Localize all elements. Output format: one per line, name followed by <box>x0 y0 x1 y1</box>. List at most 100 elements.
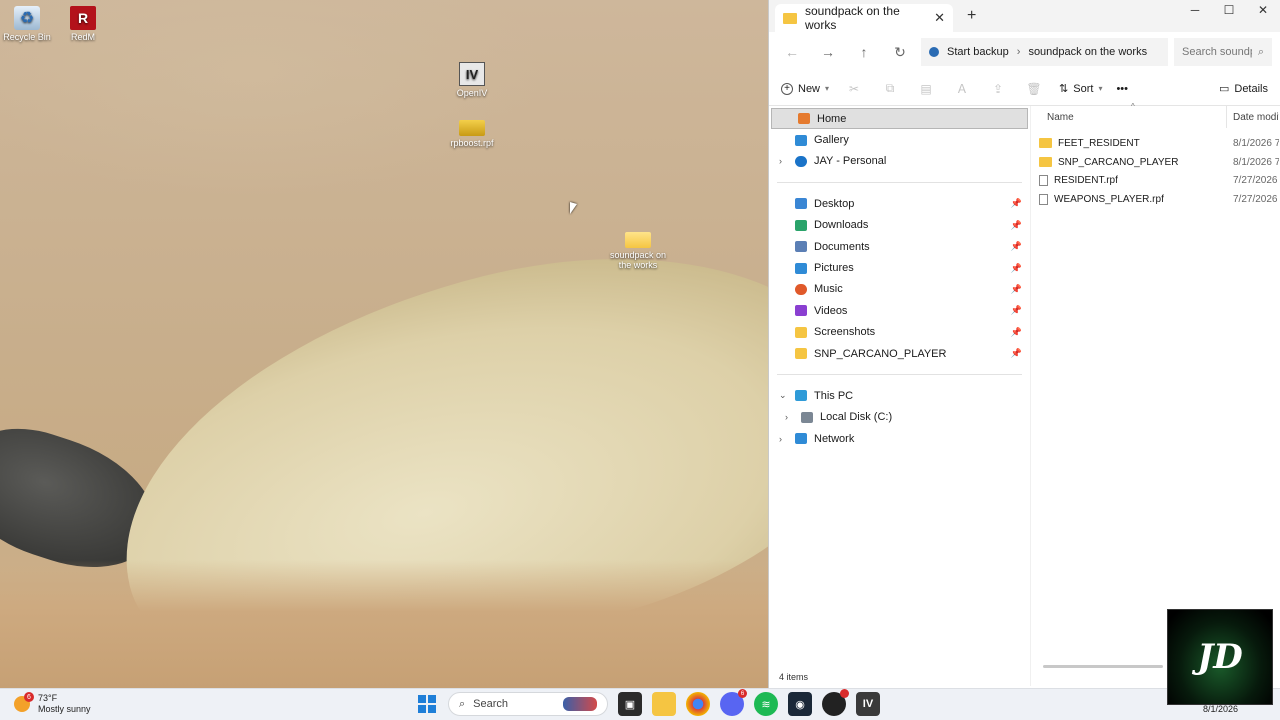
column-name[interactable]: Name <box>1031 106 1227 128</box>
file-row[interactable]: SNP_CARCANO_PLAYER 8/1/2026 7: <box>1031 153 1280 172</box>
cut-icon[interactable]: ✂ <box>843 82 865 96</box>
sun-icon: 6 <box>14 692 34 712</box>
task-view-icon[interactable]: ▣ <box>618 692 642 716</box>
desktop-icon-redm[interactable]: R RedM <box>51 6 115 42</box>
file-explorer-icon[interactable] <box>652 692 676 716</box>
discord-icon[interactable]: 6 <box>720 689 747 716</box>
column-date-modified[interactable]: Date modified <box>1227 112 1279 123</box>
recycle-bin-icon: ♻ <box>14 6 40 30</box>
maximize-button[interactable]: ☐ <box>1212 0 1246 20</box>
new-button[interactable]: + New ▾ <box>781 82 829 95</box>
nav-item-this-pc[interactable]: ⌄ This PC <box>769 385 1030 406</box>
share-icon[interactable]: ⇪ <box>987 82 1009 96</box>
chevron-right-icon[interactable]: › <box>785 412 788 422</box>
nav-item-local-disk[interactable]: › Local Disk (C:) <box>769 407 1030 428</box>
gallery-icon <box>795 134 807 146</box>
rename-icon[interactable]: Ａ <box>951 80 973 97</box>
refresh-icon[interactable]: ↻ <box>885 38 915 66</box>
up-arrow-icon[interactable]: ↑ <box>849 38 879 66</box>
weather-widget[interactable]: 6 73°F Mostly sunny <box>14 692 91 715</box>
back-arrow-icon[interactable]: ← <box>777 38 807 66</box>
tab-title: soundpack on the works <box>805 4 900 32</box>
forward-arrow-icon[interactable]: → <box>813 38 843 66</box>
nav-item-screenshots[interactable]: Screenshots 📌 <box>769 322 1030 343</box>
nav-item-network[interactable]: › Network <box>769 428 1030 449</box>
pin-icon[interactable]: 📌 <box>1011 198 1022 209</box>
minimize-button[interactable]: ─ <box>1178 0 1212 20</box>
nav-item-onedrive[interactable]: › JAY - Personal <box>769 151 1030 172</box>
desktop-icon <box>795 198 807 210</box>
tab-soundpack[interactable]: soundpack on the works ✕ <box>775 4 953 32</box>
delete-icon[interactable]: 🗑 <box>1023 82 1045 96</box>
start-backup-label[interactable]: Start backup <box>947 46 1009 58</box>
close-tab-icon[interactable]: ✕ <box>934 10 945 26</box>
sort-button[interactable]: ⇅ Sort ▾ <box>1059 82 1102 96</box>
start-button[interactable] <box>416 693 438 715</box>
search-icon: ⌕ <box>459 697 466 710</box>
pin-icon[interactable]: 📌 <box>1011 241 1022 252</box>
nav-item-pictures[interactable]: Pictures 📌 <box>769 257 1030 278</box>
nav-label: Screenshots <box>814 326 876 339</box>
details-button[interactable]: ▭ Details <box>1219 82 1268 96</box>
desktop-icon-label: rpboost.rpf <box>450 138 494 148</box>
pin-icon[interactable]: 📌 <box>1011 284 1022 295</box>
file-row[interactable]: FEET_RESIDENT 8/1/2026 7: <box>1031 134 1280 153</box>
chevron-right-icon[interactable]: › <box>779 434 782 444</box>
search-input[interactable]: Search soundpack on the works ⌕ <box>1174 38 1272 66</box>
nav-item-downloads[interactable]: Downloads 📌 <box>769 215 1030 236</box>
sort-caret-icon: ^ <box>1131 102 1135 111</box>
item-count: 4 items <box>779 672 809 682</box>
nav-item-home[interactable]: Home <box>771 108 1028 130</box>
new-tab-button[interactable]: + <box>967 7 976 25</box>
openiv-taskbar-icon[interactable]: IV <box>856 692 880 716</box>
nav-item-desktop[interactable]: Desktop 📌 <box>769 193 1030 214</box>
nav-item-snp-carcano[interactable]: SNP_CARCANO_PLAYER 📌 <box>769 343 1030 364</box>
nav-label: JAY - Personal <box>814 155 887 168</box>
breadcrumb-current[interactable]: soundpack on the works <box>1028 46 1147 58</box>
file-explorer-window: soundpack on the works ✕ + ─ ☐ ✕ ← → ↑ ↻… <box>768 0 1280 688</box>
videos-icon <box>795 305 807 317</box>
address-bar[interactable]: Start backup › soundpack on the works <box>921 38 1168 66</box>
taskbar: 6 73°F Mostly sunny ⌕ Search ▣ 6 ≋ ◉ IV … <box>0 688 1280 720</box>
spotify-icon[interactable]: ≋ <box>754 692 778 716</box>
more-options-button[interactable]: ••• <box>1116 83 1128 95</box>
file-name: WEAPONS_PLAYER.rpf <box>1054 193 1164 205</box>
clock-date[interactable]: 8/1/2026 <box>1203 704 1238 714</box>
pin-icon[interactable]: 📌 <box>1011 220 1022 231</box>
taskbar-apps: ⌕ Search ▣ 6 ≋ ◉ IV <box>416 689 880 716</box>
paste-icon[interactable]: ▤ <box>915 82 937 96</box>
nav-label: Local Disk (C:) <box>820 411 893 424</box>
nav-item-gallery[interactable]: Gallery <box>769 129 1030 150</box>
weather-condition: Mostly sunny <box>38 704 91 714</box>
nav-label: Downloads <box>814 219 869 232</box>
folder-icon <box>795 326 807 338</box>
nav-label: This PC <box>814 389 854 402</box>
nav-label: Network <box>814 432 855 445</box>
file-row[interactable]: WEAPONS_PLAYER.rpf 7/27/2026 1 <box>1031 190 1280 209</box>
desktop-icon-rpboost[interactable]: rpboost.rpf <box>440 120 504 148</box>
pin-icon[interactable]: 📌 <box>1011 305 1022 316</box>
chrome-icon[interactable] <box>686 692 710 716</box>
chevron-right-icon[interactable]: › <box>779 156 782 166</box>
taskbar-search[interactable]: ⌕ Search <box>448 692 608 716</box>
nav-item-documents[interactable]: Documents 📌 <box>769 236 1030 257</box>
nav-item-music[interactable]: Music 📌 <box>769 279 1030 300</box>
pin-icon[interactable]: 📌 <box>1011 327 1022 338</box>
file-name: SNP_CARCANO_PLAYER <box>1058 156 1179 168</box>
close-button[interactable]: ✕ <box>1246 0 1280 20</box>
pin-icon[interactable]: 📌 <box>1011 348 1022 359</box>
record-app-icon[interactable] <box>822 689 849 716</box>
copy-icon[interactable]: ⧉ <box>879 81 901 96</box>
folder-icon <box>783 12 797 24</box>
chevron-down-icon[interactable]: ⌄ <box>779 390 787 401</box>
steam-icon[interactable]: ◉ <box>788 692 812 716</box>
file-row[interactable]: RESIDENT.rpf 7/27/2026 1 <box>1031 171 1280 190</box>
weather-badge: 6 <box>24 692 34 702</box>
nav-item-videos[interactable]: Videos 📌 <box>769 300 1030 321</box>
nav-label: SNP_CARCANO_PLAYER <box>814 347 947 360</box>
rpf-file-icon <box>459 120 485 136</box>
desktop-icon-soundpack-folder[interactable]: soundpack on the works <box>606 232 670 270</box>
desktop-icon-openiv[interactable]: IV OpenIV <box>440 62 504 98</box>
nav-label: Desktop <box>814 197 855 210</box>
pin-icon[interactable]: 📌 <box>1011 263 1022 274</box>
